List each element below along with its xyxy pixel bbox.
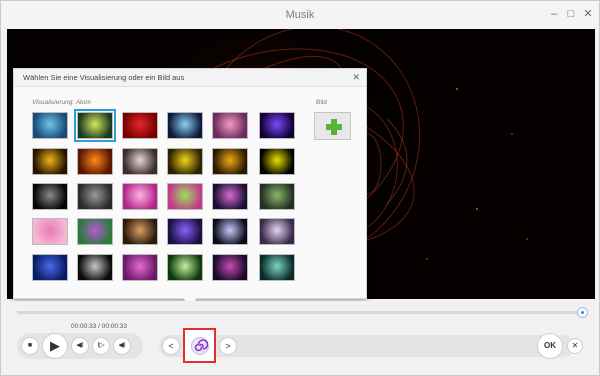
spiral-icon <box>191 337 209 355</box>
thumbnail-red-glow[interactable] <box>122 112 158 139</box>
thumbnail-blue-rays[interactable] <box>167 112 203 139</box>
previous-button[interactable]: ◀I <box>71 337 89 355</box>
visualization-button[interactable] <box>183 328 216 363</box>
thumbnail-pink-crystals[interactable] <box>212 112 248 139</box>
thumbnail-green-ring[interactable] <box>167 183 203 210</box>
thumbnail-green-burst[interactable] <box>167 254 203 281</box>
thumbnail-bronze-circle[interactable] <box>122 218 158 245</box>
thumbnail-fire-burst[interactable] <box>77 148 113 175</box>
thumbnail-stick-figure[interactable] <box>259 148 295 175</box>
next-button[interactable]: I▷ <box>92 337 110 355</box>
thumbnail-green-purple[interactable] <box>77 218 113 245</box>
thumbnail-purple-bokeh[interactable] <box>212 183 248 210</box>
next-visualization-button[interactable]: > <box>219 337 237 355</box>
thumbnail-vortex[interactable] <box>77 183 113 210</box>
thumbnail-teal-storm[interactable] <box>32 112 68 139</box>
add-image-button[interactable] <box>314 112 351 140</box>
seek-handle[interactable] <box>577 307 588 318</box>
time-display: 00:00:33 / 00:00:33 <box>71 323 128 330</box>
maximize-button[interactable]: □ <box>564 7 578 21</box>
volume-button[interactable]: ◀I <box>113 337 131 355</box>
seek-bar[interactable] <box>17 311 583 314</box>
thumbnail-pink-waves[interactable] <box>32 218 68 245</box>
thumbnail-grid-tunnel[interactable] <box>212 218 248 245</box>
visualization-picker: Wählen Sie eine Visualisierung oder ein … <box>13 68 367 299</box>
image-label: Bild <box>316 99 327 106</box>
playback-controls: 00:00:33 / 00:00:33 ■ ▶ ◀I I▷ ◀I < > OK … <box>7 301 595 375</box>
close-window-button[interactable]: ✕ <box>581 7 595 21</box>
ok-button[interactable]: OK <box>537 333 563 359</box>
thumbnail-gold-figure[interactable] <box>212 148 248 175</box>
cancel-button[interactable]: ✕ <box>567 338 583 354</box>
thumbnail-magenta-flow[interactable] <box>122 254 158 281</box>
thumbnail-blue-deep[interactable] <box>32 254 68 281</box>
thumbnail-network[interactable] <box>32 183 68 210</box>
minimize-button[interactable]: – <box>547 7 561 21</box>
title-bar: Musik – □ ✕ <box>1 1 599 29</box>
thumbnail-disc[interactable] <box>77 254 113 281</box>
thumbnail-green-bokeh[interactable] <box>259 183 295 210</box>
thumbnail-pink-swirl[interactable] <box>122 183 158 210</box>
previous-visualization-button[interactable]: < <box>162 337 180 355</box>
thumbnail-purple-orbit[interactable] <box>259 112 295 139</box>
picker-title: Wählen Sie eine Visualisierung oder ein … <box>23 73 185 82</box>
thumbnail-purple-wave[interactable] <box>212 254 248 281</box>
stop-button[interactable]: ■ <box>21 337 39 355</box>
thumbnail-gold-sparks[interactable] <box>32 148 68 175</box>
thumbnail-piano-keys[interactable] <box>122 148 158 175</box>
thumbnail-violet-streak[interactable] <box>167 218 203 245</box>
music-window: Musik – □ ✕ Wählen Sie eine Visualisieru… <box>0 0 600 376</box>
play-button[interactable]: ▶ <box>42 333 68 359</box>
visualization-label: Visualisierung: Atom <box>32 99 91 106</box>
window-title: Musik <box>285 9 315 21</box>
picker-close-icon[interactable]: ✕ <box>352 72 360 83</box>
thumbnail-lilac-haze[interactable] <box>259 218 295 245</box>
thumbnail-yellow-lines[interactable] <box>167 148 203 175</box>
thumbnail-atom[interactable] <box>74 109 116 142</box>
thumbnail-aqua-smoke[interactable] <box>259 254 295 281</box>
picker-header: Wählen Sie eine Visualisierung oder ein … <box>14 69 366 87</box>
